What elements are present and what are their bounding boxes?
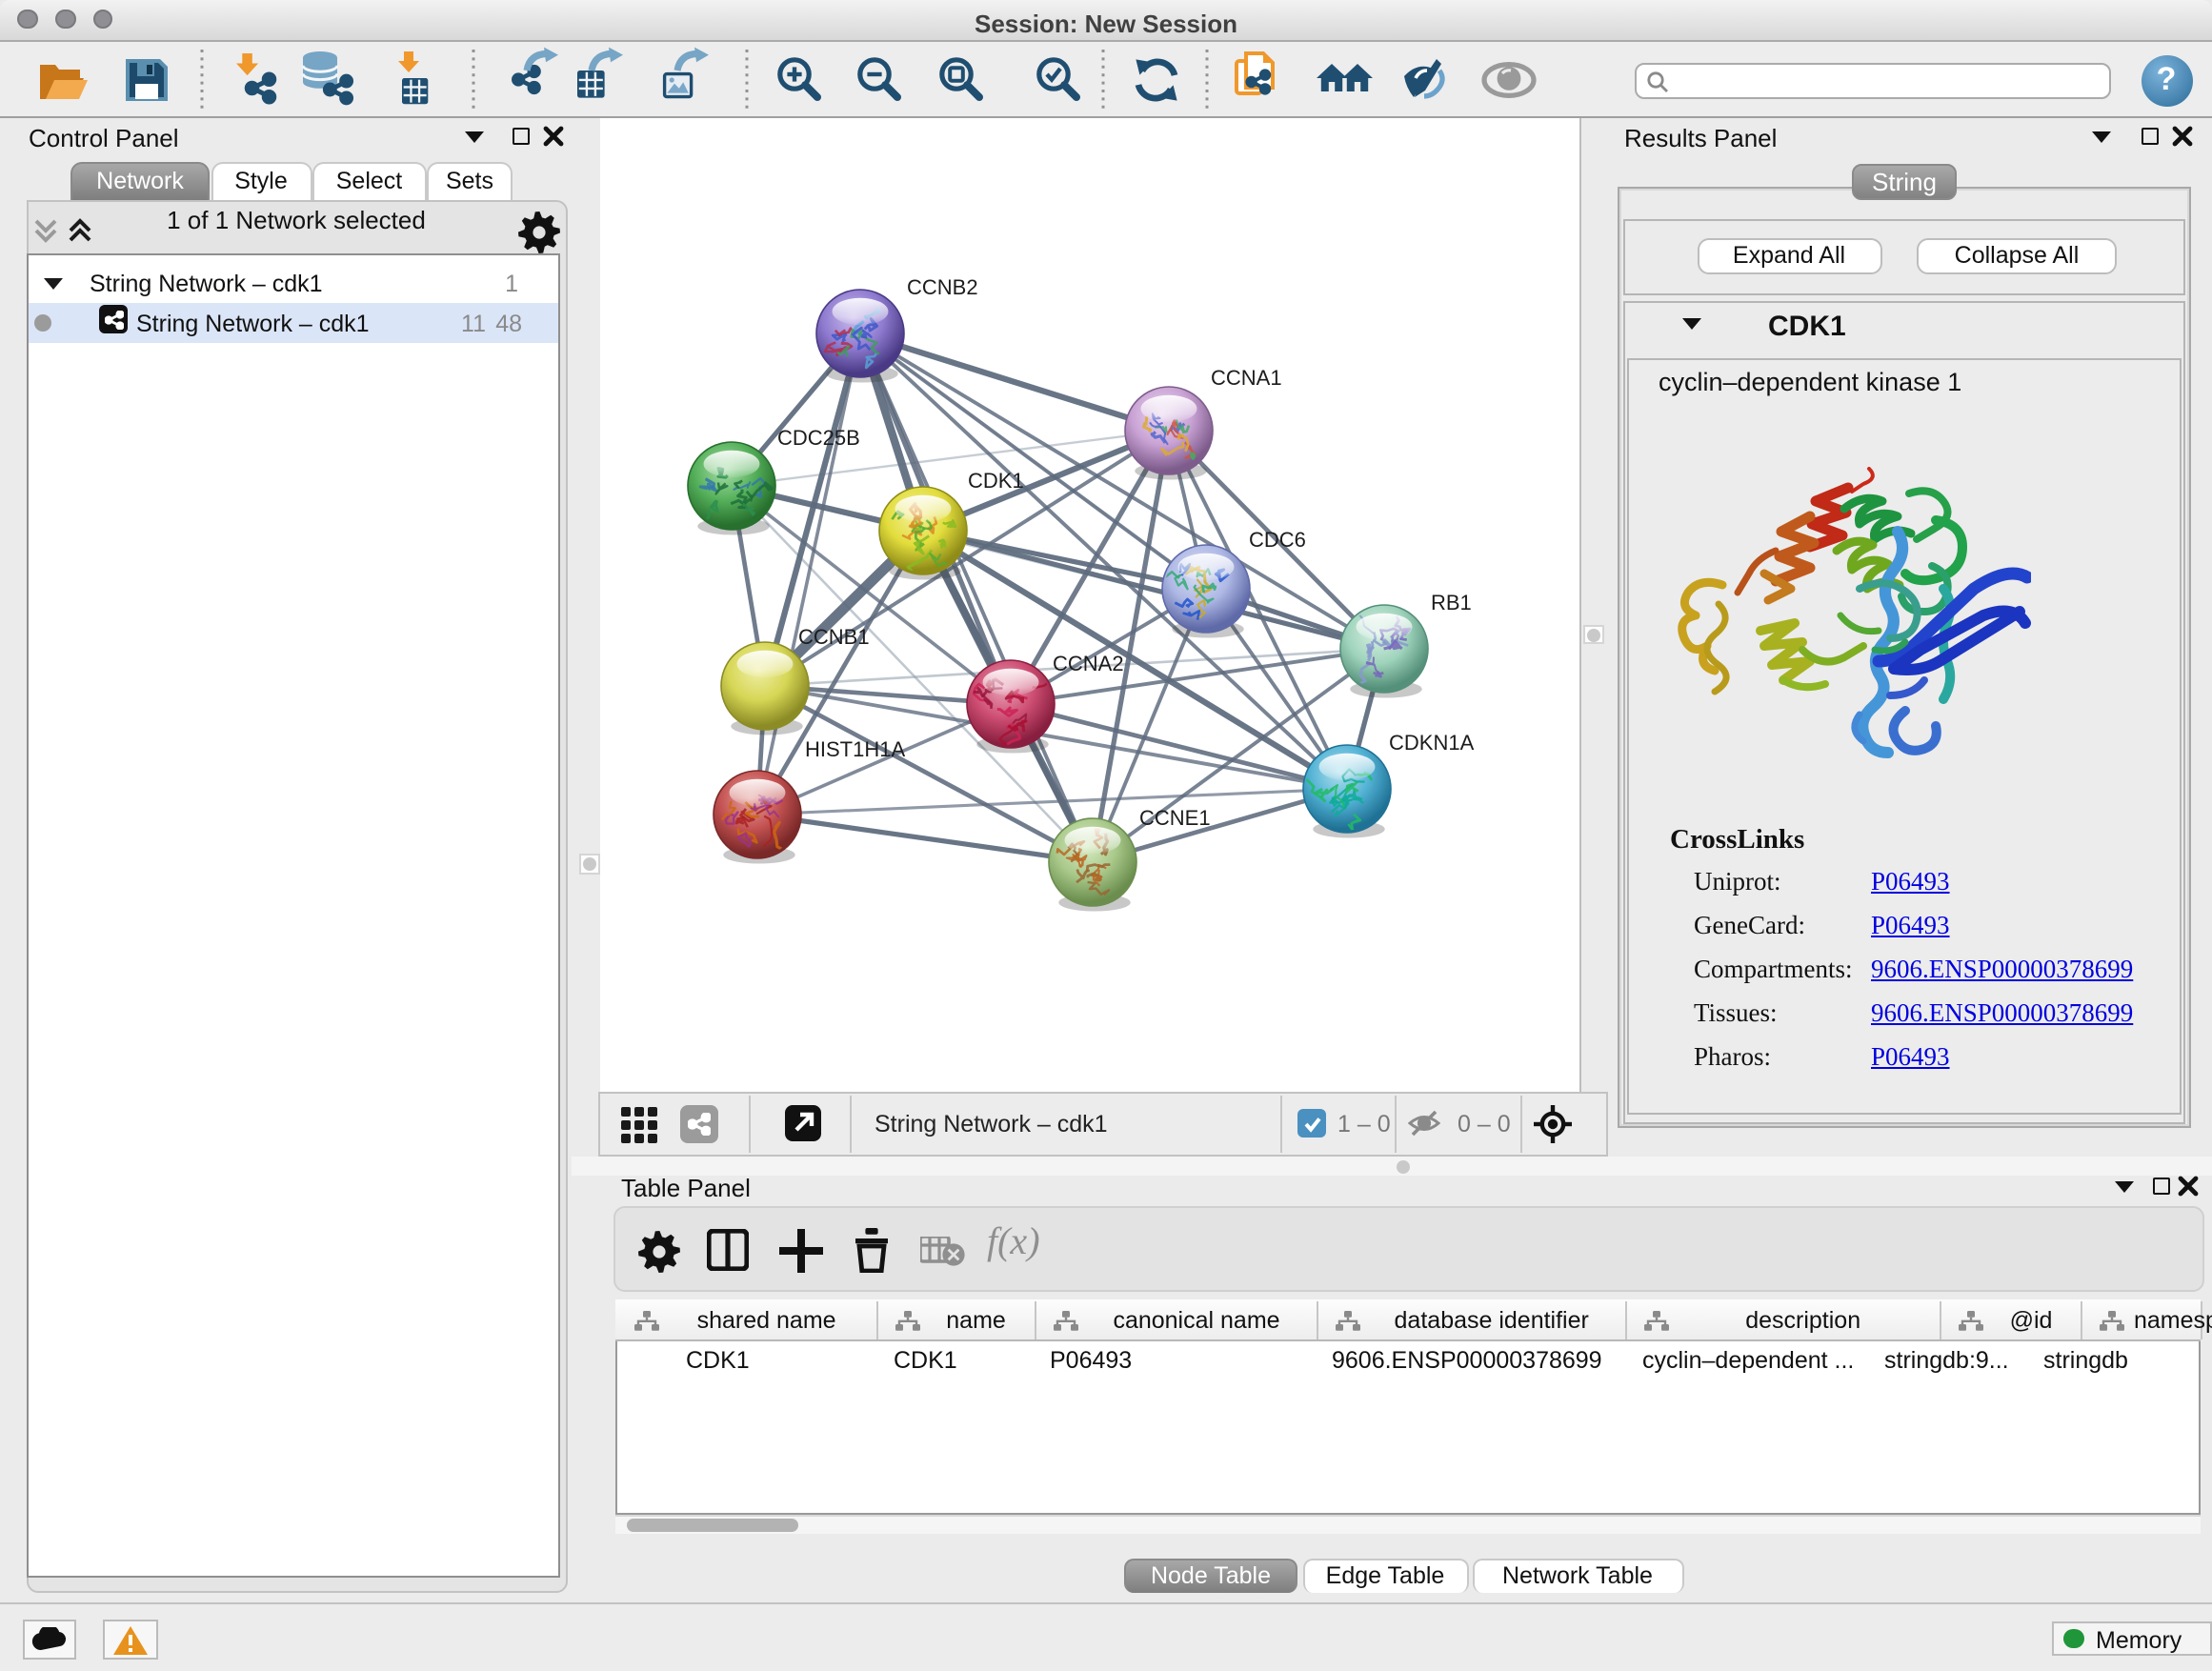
svg-text:RB1: RB1 (1431, 591, 1472, 614)
svg-text:CDC25B: CDC25B (777, 426, 860, 450)
svg-text:CCNB2: CCNB2 (907, 275, 978, 299)
svg-text:CCNA2: CCNA2 (1053, 652, 1124, 675)
svg-text:CCNA1: CCNA1 (1211, 366, 1282, 390)
svg-text:CCNB1: CCNB1 (798, 625, 870, 649)
svg-text:CDC6: CDC6 (1249, 528, 1306, 552)
svg-text:CDKN1A: CDKN1A (1389, 731, 1475, 755)
svg-text:CDK1: CDK1 (968, 469, 1024, 493)
svg-text:CCNE1: CCNE1 (1139, 806, 1211, 830)
svg-text:HIST1H1A: HIST1H1A (805, 737, 905, 761)
